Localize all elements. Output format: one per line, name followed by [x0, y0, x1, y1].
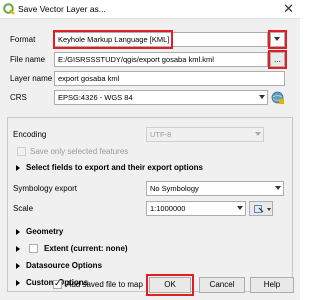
- window-title: Save Vector Layer as...: [18, 4, 106, 14]
- scale-map-button[interactable]: [249, 201, 273, 216]
- chevron-down-icon: [259, 95, 265, 99]
- chevron-down-icon: [255, 132, 261, 136]
- geometry-section-header[interactable]: Geometry: [16, 227, 63, 236]
- datasource-section-header[interactable]: Datasource Options: [16, 261, 102, 270]
- close-icon[interactable]: ✕: [283, 1, 294, 17]
- crs-select[interactable]: EPSG:4326 - WGS 84: [54, 90, 268, 105]
- qgis-logo-icon: [3, 3, 15, 15]
- encoding-value: UTF-8: [150, 130, 172, 139]
- symbology-value: No Symbology: [150, 184, 199, 193]
- expand-triangle-icon: [16, 164, 20, 171]
- file-name-label: File name: [10, 55, 46, 64]
- file-name-field[interactable]: E:/GISRSSSTUDY/qgis/export gosaba kml.km…: [54, 52, 268, 67]
- ok-highlight: [146, 274, 194, 296]
- symbology-select[interactable]: No Symbology: [146, 181, 284, 196]
- options-group: Encoding UTF-8 Save only selected featur…: [7, 117, 293, 292]
- encoding-select[interactable]: UTF-8: [146, 127, 264, 142]
- encoding-label: Encoding: [13, 130, 47, 139]
- chevron-down-icon: [237, 206, 243, 210]
- expand-triangle-icon: [16, 245, 20, 252]
- expand-triangle-icon: [16, 262, 20, 269]
- datasource-label: Datasource Options: [26, 261, 103, 270]
- fields-section-label: Select fields to export and their export…: [26, 163, 203, 172]
- expand-triangle-icon: [16, 228, 20, 235]
- crs-select-icon[interactable]: [270, 90, 285, 105]
- checkmark-icon: ✓: [54, 278, 62, 288]
- format-label: Format: [10, 35, 36, 44]
- chevron-down-icon: [275, 186, 281, 190]
- layer-name-value: export gosaba kml: [58, 74, 120, 83]
- scale-label: Scale: [13, 204, 34, 213]
- geometry-label: Geometry: [26, 227, 64, 236]
- fields-section-header[interactable]: Select fields to export and their export…: [16, 163, 203, 172]
- file-name-value: E:/GISRSSSTUDY/qgis/export gosaba kml.km…: [58, 55, 214, 64]
- scale-select[interactable]: 1:1000000: [146, 201, 246, 216]
- layer-name-label: Layer name: [10, 74, 53, 83]
- add-to-map-label: Add saved file to map: [66, 280, 143, 289]
- help-button[interactable]: Help: [250, 277, 294, 293]
- extent-label: Extent (current: none): [44, 244, 128, 253]
- format-dropdown-highlight: [268, 30, 287, 49]
- symbology-label: Symbology export: [13, 184, 78, 193]
- title-bar: Save Vector Layer as... ✕: [0, 0, 300, 18]
- map-scale-icon: [254, 205, 264, 213]
- save-selected-checkbox[interactable]: [17, 147, 26, 156]
- save-vector-dialog: Format Keyhole Markup Language [KML] Fil…: [0, 18, 300, 300]
- format-highlight: [53, 30, 173, 49]
- crs-label: CRS: [10, 93, 27, 102]
- extent-section-header[interactable]: [16, 244, 26, 253]
- extent-checkbox[interactable]: [29, 244, 38, 253]
- crs-value: EPSG:4326 - WGS 84: [58, 93, 133, 102]
- chevron-down-icon: [267, 208, 271, 211]
- add-to-map-checkbox[interactable]: ✓: [53, 278, 62, 289]
- expand-triangle-icon: [16, 279, 20, 286]
- scale-value: 1:1000000: [150, 204, 186, 213]
- save-selected-label: Save only selected features: [30, 147, 129, 156]
- layer-name-field[interactable]: export gosaba kml: [54, 71, 285, 86]
- cancel-button[interactable]: Cancel: [199, 277, 245, 293]
- browse-highlight: [268, 50, 287, 69]
